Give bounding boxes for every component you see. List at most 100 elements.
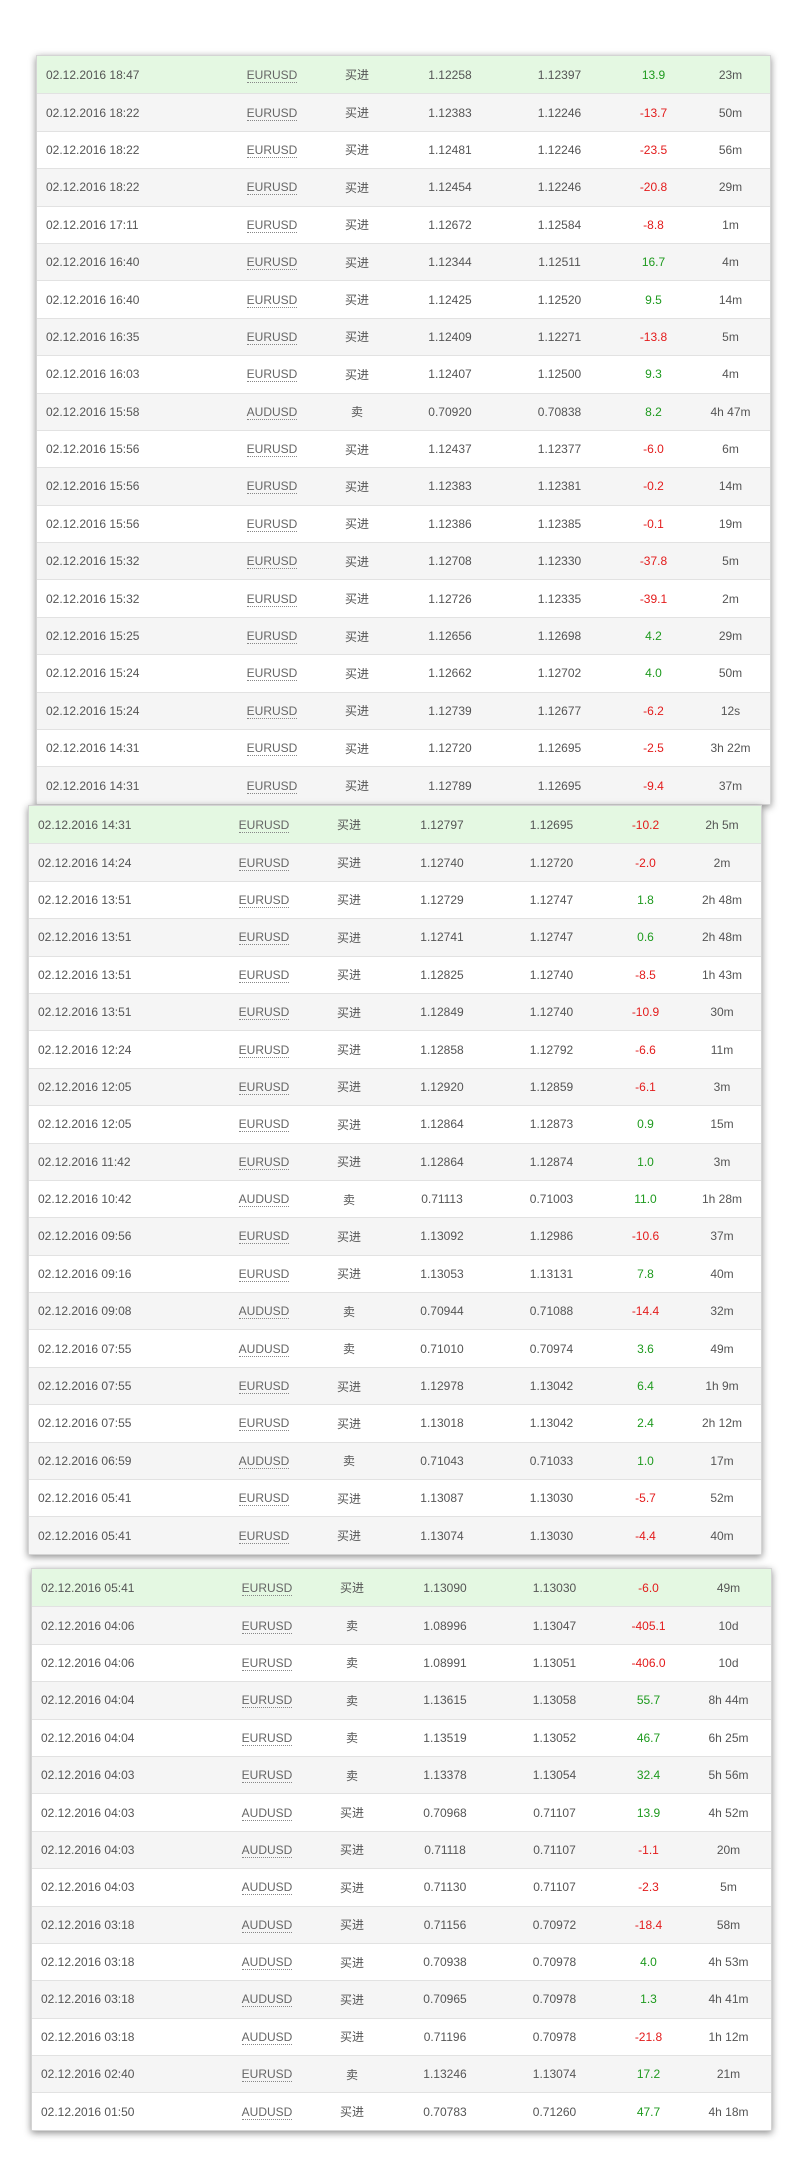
open-price-cell: 0.70944: [420, 1304, 464, 1319]
open-price-cell: 1.12740: [420, 855, 464, 870]
symbol-link[interactable]: EURUSD: [241, 1768, 293, 1784]
symbol-link[interactable]: EURUSD: [246, 105, 298, 121]
symbol-link[interactable]: EURUSD: [238, 1266, 290, 1282]
duration-cell: 4m: [722, 255, 739, 270]
duration-cell: 2h 12m: [701, 1416, 743, 1431]
symbol-link[interactable]: AUDUSD: [241, 1842, 293, 1858]
symbol-link[interactable]: EURUSD: [241, 1618, 293, 1634]
open-price-cell: 1.12672: [428, 217, 472, 232]
symbol-cell: EURUSD: [219, 1154, 309, 1170]
pips-cell: -8.8: [643, 217, 664, 232]
open-price-cell: 1.12825: [420, 967, 464, 982]
symbol-link[interactable]: EURUSD: [238, 1117, 290, 1133]
trade-type-cell: 买进: [344, 218, 369, 233]
close-price-cell: 1.12381: [537, 479, 582, 494]
symbol-link[interactable]: EURUSD: [238, 1079, 290, 1095]
open-price-cell: 1.13053: [420, 1266, 464, 1281]
symbol-link[interactable]: EURUSD: [238, 930, 290, 946]
symbol-link[interactable]: EURUSD: [238, 1229, 290, 1245]
symbol-link[interactable]: EURUSD: [238, 817, 290, 833]
symbol-link[interactable]: EURUSD: [238, 1491, 290, 1507]
open-price-cell: 1.13018: [420, 1416, 464, 1431]
symbol-link[interactable]: AUDUSD: [241, 1880, 293, 1896]
symbol-link[interactable]: EURUSD: [238, 892, 290, 908]
symbol-link[interactable]: EURUSD: [246, 516, 298, 532]
symbol-cell: AUDUSD: [219, 1304, 309, 1320]
symbol-link[interactable]: EURUSD: [246, 554, 298, 570]
table-row: 02.12.2016 05:41 EURUSD 买进 1.13090 1.13030 -6…: [32, 1569, 771, 1607]
symbol-link[interactable]: EURUSD: [238, 1528, 290, 1544]
symbol-link[interactable]: EURUSD: [246, 703, 298, 719]
symbol-link[interactable]: EURUSD: [246, 255, 298, 271]
symbol-link[interactable]: EURUSD: [246, 741, 298, 757]
symbol-link[interactable]: EURUSD: [246, 778, 298, 794]
symbol-link[interactable]: EURUSD: [246, 292, 298, 308]
symbol-link[interactable]: EURUSD: [238, 1154, 290, 1170]
trade-type-cell: 买进: [344, 367, 369, 382]
symbol-cell: EURUSD: [219, 1528, 309, 1544]
pips-cell: 1.0: [637, 1453, 654, 1468]
symbol-link[interactable]: EURUSD: [241, 1693, 293, 1709]
pips-cell: -6.6: [635, 1042, 656, 1057]
symbol-link[interactable]: EURUSD: [246, 180, 298, 196]
symbol-link[interactable]: EURUSD: [238, 967, 290, 983]
symbol-link[interactable]: AUDUSD: [238, 1453, 290, 1469]
symbol-link[interactable]: EURUSD: [246, 67, 298, 83]
symbol-link[interactable]: EURUSD: [246, 367, 298, 383]
open-time-cell: 02.12.2016 04:06: [41, 1618, 135, 1633]
symbol-link[interactable]: AUDUSD: [241, 1992, 293, 2008]
open-time-cell: 02.12.2016 04:03: [41, 1842, 135, 1857]
symbol-cell: EURUSD: [219, 1266, 309, 1282]
symbol-link[interactable]: AUDUSD: [246, 404, 298, 420]
table-row: 02.12.2016 07:55 EURUSD 买进 1.13018 1.13042 2.…: [29, 1404, 761, 1442]
symbol-link[interactable]: EURUSD: [246, 442, 298, 458]
table-row: 02.12.2016 15:24 EURUSD 买进 1.12662 1.12702 4.…: [37, 654, 770, 692]
symbol-link[interactable]: EURUSD: [246, 142, 298, 158]
symbol-link[interactable]: EURUSD: [246, 591, 298, 607]
open-price-cell: 1.12849: [420, 1005, 464, 1020]
symbol-link[interactable]: AUDUSD: [241, 1805, 293, 1821]
trade-type-cell: 买进: [339, 2105, 364, 2120]
symbol-link[interactable]: EURUSD: [238, 855, 290, 871]
symbol-link[interactable]: EURUSD: [241, 1655, 293, 1671]
symbol-link[interactable]: EURUSD: [238, 1379, 290, 1395]
symbol-link[interactable]: EURUSD: [241, 1730, 293, 1746]
symbol-link[interactable]: EURUSD: [238, 1042, 290, 1058]
symbol-link[interactable]: EURUSD: [246, 666, 298, 682]
duration-cell: 5m: [722, 554, 739, 569]
symbol-link[interactable]: AUDUSD: [238, 1192, 290, 1208]
pips-cell: 1.3: [640, 1992, 657, 2007]
trade-type-cell: 买进: [336, 1043, 361, 1058]
symbol-link[interactable]: AUDUSD: [238, 1341, 290, 1357]
pips-cell: -14.4: [631, 1304, 660, 1319]
symbol-link[interactable]: AUDUSD: [241, 1917, 293, 1933]
open-time-cell: 02.12.2016 01:50: [41, 2104, 135, 2119]
symbol-link[interactable]: EURUSD: [246, 217, 298, 233]
symbol-link[interactable]: AUDUSD: [241, 2104, 293, 2120]
trade-type-cell: 买进: [339, 1806, 364, 1821]
open-price-cell: 1.12864: [420, 1154, 464, 1169]
symbol-cell: EURUSD: [222, 1768, 312, 1784]
symbol-link[interactable]: EURUSD: [246, 329, 298, 345]
symbol-cell: EURUSD: [222, 1655, 312, 1671]
symbol-cell: EURUSD: [219, 892, 309, 908]
pips-cell: -0.2: [643, 479, 664, 494]
duration-cell: 2h 5m: [705, 817, 739, 832]
open-price-cell: 1.12662: [428, 666, 472, 681]
close-price-cell: 1.13047: [532, 1618, 577, 1633]
trade-type-cell: 买进: [336, 1267, 361, 1282]
symbol-cell: EURUSD: [227, 554, 317, 570]
open-time-cell: 02.12.2016 15:25: [46, 629, 140, 644]
symbol-link[interactable]: AUDUSD: [241, 2029, 293, 2045]
symbol-link[interactable]: AUDUSD: [238, 1304, 290, 1320]
symbol-link[interactable]: EURUSD: [246, 629, 298, 645]
symbol-link[interactable]: EURUSD: [238, 1005, 290, 1021]
symbol-link[interactable]: EURUSD: [238, 1416, 290, 1432]
symbol-link[interactable]: EURUSD: [241, 2067, 293, 2083]
open-price-cell: 0.70783: [423, 2104, 467, 2119]
symbol-link[interactable]: EURUSD: [241, 1580, 293, 1596]
symbol-link[interactable]: EURUSD: [246, 479, 298, 495]
duration-cell: 1h 43m: [701, 967, 743, 982]
symbol-link[interactable]: AUDUSD: [241, 1955, 293, 1971]
table-row: 02.12.2016 06:59 AUDUSD 卖 0.71043 0.71033 1.0…: [29, 1441, 761, 1480]
